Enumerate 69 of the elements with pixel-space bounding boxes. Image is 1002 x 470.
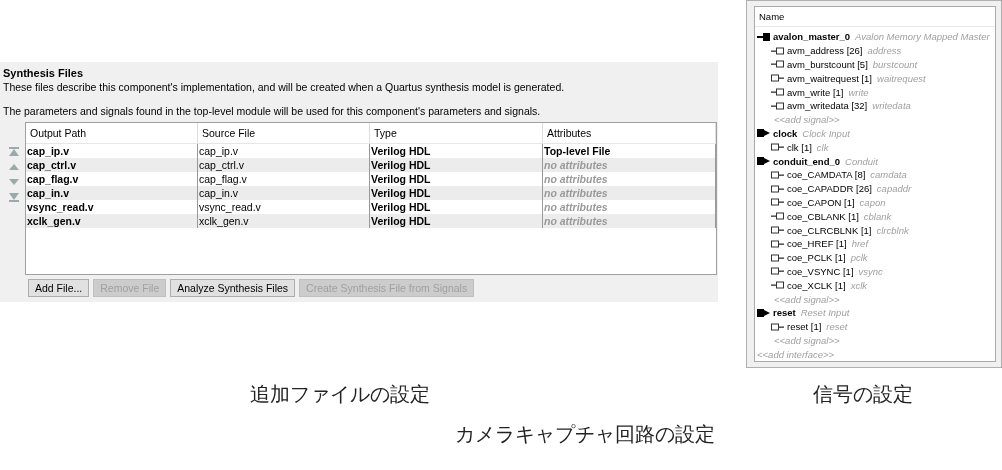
signal-role: waitrequest: [877, 72, 926, 84]
column-header[interactable]: Name: [755, 7, 995, 27]
table-cell: no attributes: [543, 214, 716, 228]
interface-name[interactable]: avalon_master_0: [773, 31, 851, 43]
move-up-icon[interactable]: [8, 162, 20, 172]
interface-type: Conduit: [845, 155, 878, 167]
table-cell: Verilog HDL: [370, 186, 543, 200]
signal-name[interactable]: coe_CBLANK [1]: [787, 210, 859, 222]
signal-role: href: [851, 238, 869, 250]
table-cell: no attributes: [543, 158, 716, 172]
table-cell: Verilog HDL: [370, 214, 543, 228]
signal-name[interactable]: avm_waitrequest [1]: [787, 72, 872, 84]
table-cell: xclk_gen.v: [26, 214, 198, 228]
signal-name[interactable]: coe_XCLK [1]: [787, 279, 846, 291]
table-cell: cap_in.v: [198, 186, 370, 200]
figure-caption: 追加ファイルの設定: [250, 382, 430, 406]
move-bottom-icon[interactable]: [8, 192, 20, 202]
description-text: These files describe this component's implementation, and will be created when a Quartus synthesis model is generated.: [3, 81, 566, 95]
signal-role: capon: [859, 196, 886, 208]
signal-name[interactable]: coe_HREF [1]: [787, 238, 847, 250]
table-cell: Verilog HDL: [370, 158, 543, 172]
signal-name[interactable]: coe_CAPADDR [26]: [787, 183, 872, 195]
action-button[interactable]: Add File...: [28, 279, 90, 297]
signal-role: reset: [826, 321, 848, 333]
table-cell: no attributes: [543, 186, 716, 200]
signal-role: camdata: [870, 169, 907, 181]
signal-name[interactable]: reset [1]: [787, 321, 822, 333]
signal-role: address: [867, 45, 902, 57]
signal-name[interactable]: coe_CAPON [1]: [787, 196, 855, 208]
signal-role: pclk: [850, 252, 868, 264]
signal-name[interactable]: coe_VSYNC [1]: [787, 265, 854, 277]
move-down-icon[interactable]: [8, 177, 20, 187]
column-header[interactable]: Output Path: [26, 123, 198, 143]
signal-name[interactable]: clk [1]: [787, 141, 812, 153]
signal-name[interactable]: avm_address [26]: [787, 45, 863, 57]
signal-role: writedata: [872, 100, 911, 112]
figure-caption: 信号の設定: [813, 382, 913, 406]
interface-type: Avalon Memory Mapped Master: [855, 31, 990, 43]
section-title: Synthesis Files: [3, 67, 85, 81]
signal-name[interactable]: coe_PCLK [1]: [787, 252, 846, 264]
column-header[interactable]: Type: [370, 123, 543, 143]
signal-name[interactable]: coe_CLRCBLNK [1]: [787, 224, 872, 236]
interface-name[interactable]: conduit_end_0: [773, 155, 841, 167]
action-button[interactable]: Analyze Synthesis Files: [170, 279, 296, 297]
signal-role: burstcount: [872, 59, 918, 70]
column-header[interactable]: Source File: [198, 123, 370, 143]
table-cell: cap_in.v: [26, 186, 198, 200]
signal-role: write: [848, 86, 869, 98]
signal-role: cblank: [863, 210, 892, 222]
signal-name[interactable]: avm_burstcount [5]: [787, 59, 868, 70]
figure-caption: カメラキャプチャ回路の設定: [455, 422, 715, 446]
column-header[interactable]: Attributes: [543, 123, 716, 143]
signal-name[interactable]: avm_writedata [32]: [787, 100, 868, 112]
interface-type: Clock Input: [802, 127, 850, 139]
interface-name[interactable]: clock: [773, 127, 798, 139]
table-cell: cap_ctrl.v: [26, 158, 198, 172]
table-cell: xclk_gen.v: [198, 214, 370, 228]
interface-type: Reset Input: [800, 307, 850, 319]
signal-name[interactable]: avm_write [1]: [787, 86, 844, 98]
signal-role: clrcblnk: [876, 224, 909, 236]
signal-role: vsync: [858, 265, 883, 277]
table-cell: cap_ctrl.v: [198, 158, 370, 172]
interface-name[interactable]: reset: [773, 307, 796, 319]
signal-role: xclk: [850, 279, 867, 291]
note-text: The parameters and signals found in the top-level module will be used for this component's parameters and signals.: [3, 105, 542, 119]
move-top-icon[interactable]: [8, 147, 20, 157]
signal-role: clk: [816, 141, 829, 153]
signal-role: capaddr: [876, 183, 912, 195]
signal-name[interactable]: coe_CAMDATA [8]: [787, 169, 866, 181]
